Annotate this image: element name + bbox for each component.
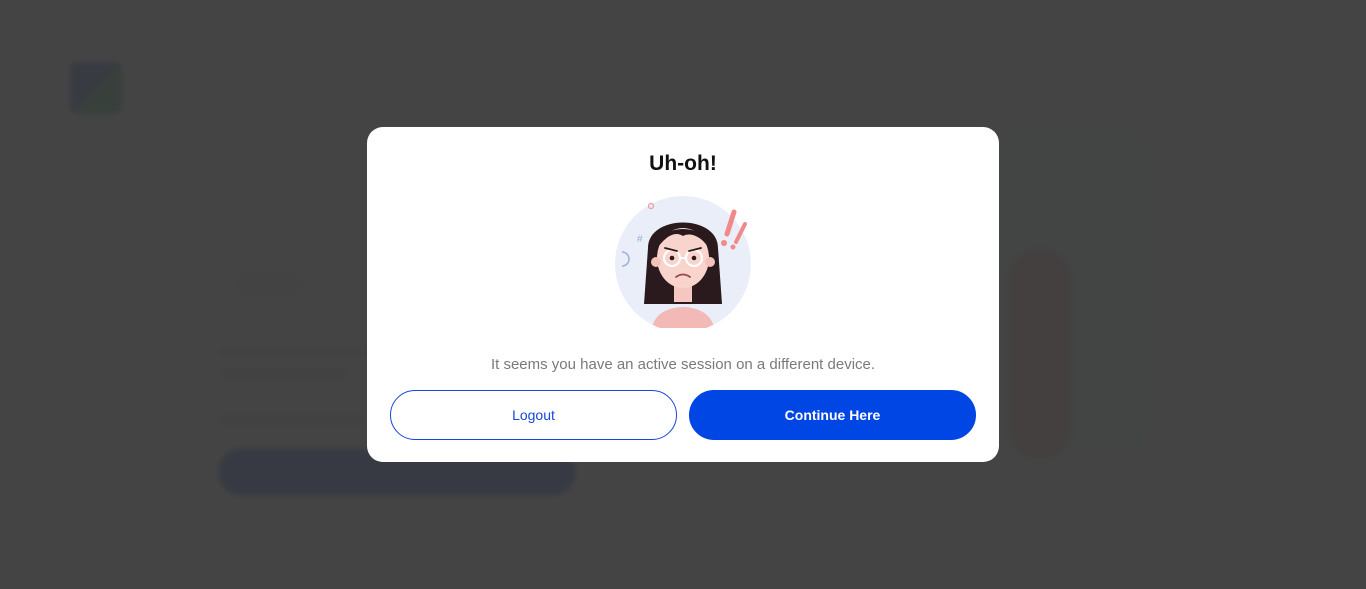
dialog-message: It seems you have an active session on a… (490, 356, 876, 373)
dialog-title: Uh-oh! (649, 152, 717, 175)
logout-button[interactable]: Logout (390, 390, 677, 440)
continue-here-button[interactable]: Continue Here (689, 390, 976, 440)
svg-text:#: # (637, 234, 643, 245)
worried-woman-illustration: # (615, 196, 751, 328)
